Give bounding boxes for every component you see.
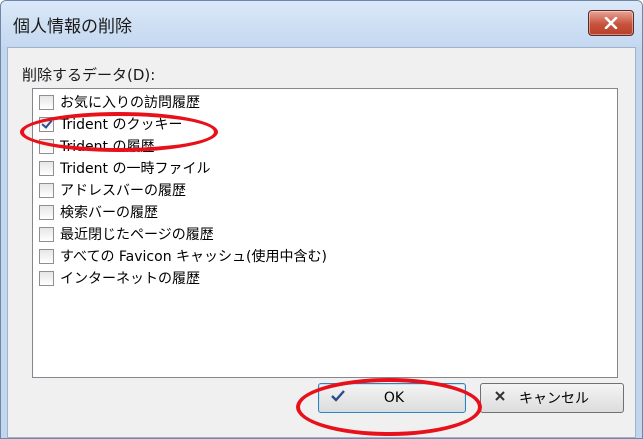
list-item[interactable]: お気に入りの訪問履歴	[39, 91, 200, 113]
close-icon	[604, 17, 618, 29]
list-item[interactable]: 検索バーの履歴	[39, 201, 158, 223]
list-item[interactable]: Trident のクッキー	[39, 113, 182, 135]
item-label: Trident の一時ファイル	[60, 161, 211, 177]
checkbox[interactable]	[39, 270, 54, 286]
dialog-window: 個人情報の削除 削除するデータ(D): お気に入りの訪問履歴 Trident の…	[0, 0, 643, 439]
checkbox[interactable]	[39, 226, 54, 242]
cross-icon	[491, 390, 509, 406]
close-button[interactable]	[588, 10, 634, 36]
cancel-button-label: キャンセル	[519, 391, 589, 407]
item-label: 検索バーの履歴	[60, 205, 158, 221]
list-item[interactable]: アドレスバーの履歴	[39, 179, 186, 201]
list-item[interactable]: すべての Favicon キャッシュ(使用中含む)	[39, 245, 327, 267]
list-item[interactable]: Trident の一時ファイル	[39, 157, 210, 179]
title-bar[interactable]: 個人情報の削除	[1, 1, 642, 47]
ok-button[interactable]: OK	[318, 383, 466, 413]
dialog-title: 個人情報の削除	[13, 17, 132, 37]
checkbox[interactable]	[39, 138, 54, 154]
item-label: すべての Favicon キャッシュ(使用中含む)	[60, 249, 327, 265]
data-list-label: 削除するデータ(D):	[22, 66, 156, 84]
data-checklist[interactable]: お気に入りの訪問履歴 Trident のクッキー Trident の履歴 Tri…	[32, 88, 618, 378]
item-label: お気に入りの訪問履歴	[60, 95, 200, 111]
checkbox[interactable]	[39, 204, 54, 220]
checkbox[interactable]	[39, 116, 54, 132]
cancel-button[interactable]: キャンセル	[480, 383, 624, 413]
list-item[interactable]: Trident の履歴	[39, 135, 154, 157]
list-item[interactable]: 最近閉じたページの履歴	[39, 223, 214, 245]
ok-button-label: OK	[383, 390, 405, 406]
checkbox[interactable]	[39, 160, 54, 176]
item-label: インターネットの履歴	[60, 271, 200, 287]
checkbox[interactable]	[39, 248, 54, 264]
dialog-body: 削除するデータ(D): お気に入りの訪問履歴 Trident のクッキー Tri…	[7, 47, 636, 438]
checkbox[interactable]	[39, 94, 54, 110]
check-icon	[329, 390, 347, 406]
item-label: アドレスバーの履歴	[60, 183, 186, 199]
list-item[interactable]: インターネットの履歴	[39, 267, 200, 289]
item-label: Trident の履歴	[60, 139, 155, 155]
item-label: Trident のクッキー	[60, 117, 183, 133]
checkbox[interactable]	[39, 182, 54, 198]
item-label: 最近閉じたページの履歴	[60, 227, 214, 243]
